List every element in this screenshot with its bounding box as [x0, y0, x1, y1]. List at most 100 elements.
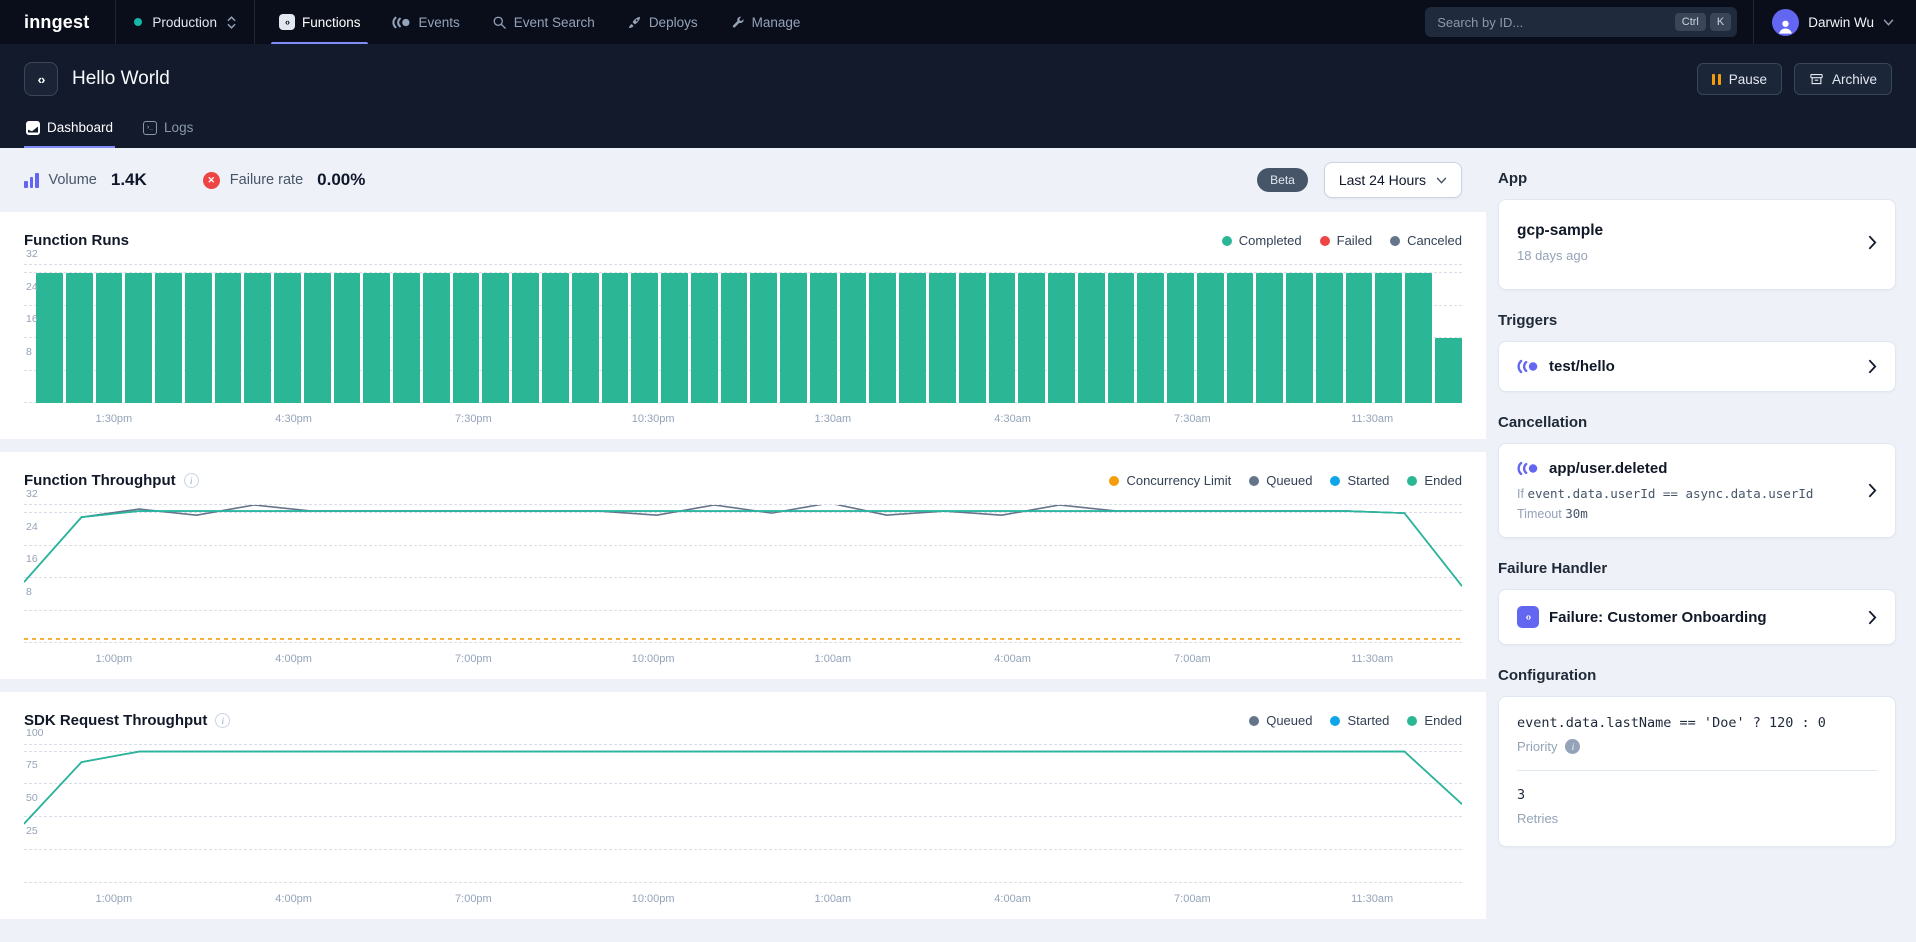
bar [423, 273, 450, 403]
chart-legend: QueuedStartedEnded [1249, 713, 1462, 728]
shortcut-key-ctrl: Ctrl [1675, 13, 1706, 31]
global-search[interactable]: Ctrl K [1425, 7, 1737, 37]
x-tick-label: 4:30am [994, 413, 1031, 425]
pause-button[interactable]: Pause [1697, 63, 1782, 95]
user-name: Darwin Wu [1808, 15, 1874, 30]
tab-logs[interactable]: ›_ Logs [141, 112, 195, 148]
nav-item-deploys[interactable]: Deploys [611, 0, 714, 44]
series-started [24, 511, 1462, 586]
failure-handler-card[interactable]: ‹› Failure: Customer Onboarding [1498, 589, 1896, 645]
bar [750, 273, 777, 403]
info-icon[interactable]: i [184, 473, 199, 488]
timeout-value: 30m [1565, 506, 1588, 521]
event-icon [1517, 359, 1539, 374]
time-range-selector[interactable]: Last 24 Hours [1324, 162, 1462, 198]
nav-item-label: Functions [302, 15, 361, 30]
nav-item-events[interactable]: Events [376, 0, 475, 44]
environment-label: Production [152, 15, 217, 30]
x-tick-label: 4:00pm [275, 653, 312, 665]
cancellation-event: app/user.deleted [1549, 460, 1667, 477]
y-tick-label: 24 [26, 280, 38, 292]
bar-series [24, 265, 1462, 403]
legend-started: Started [1330, 473, 1389, 488]
info-icon[interactable]: i [1565, 739, 1580, 754]
app-card[interactable]: gcp-sample 18 days ago [1498, 199, 1896, 290]
x-tick-label: 10:00pm [632, 893, 675, 905]
app-updated: 18 days ago [1517, 248, 1868, 263]
nav-item-event-search[interactable]: Event Search [476, 0, 611, 44]
event-icon [1517, 461, 1539, 476]
x-tick-label: 1:00pm [96, 893, 133, 905]
bar [155, 273, 182, 403]
legend-dot [1407, 716, 1417, 726]
failure-rate-label: Failure rate [230, 172, 303, 188]
inngest-logo[interactable]: inngest [0, 0, 115, 44]
legend-label: Started [1347, 473, 1389, 488]
bar [1197, 273, 1224, 403]
trigger-card[interactable]: test/hello [1498, 341, 1896, 392]
beta-badge: Beta [1257, 168, 1308, 192]
priority-block: event.data.lastName == 'Doe' ? 120 : 0 P… [1517, 715, 1877, 754]
tab-label: Logs [164, 120, 193, 135]
y-tick-label: 24 [26, 520, 38, 532]
nav-item-label: Deploys [649, 15, 698, 30]
volume-label: Volume [49, 172, 97, 188]
configuration-card: event.data.lastName == 'Doe' ? 120 : 0 P… [1498, 696, 1896, 847]
legend-dot [1249, 716, 1259, 726]
legend-label: Canceled [1407, 233, 1462, 248]
bar [1435, 338, 1462, 403]
bar [1048, 273, 1075, 403]
series-ended [24, 511, 1462, 586]
sdk-request-throughput-card: SDK Request Throughput i QueuedStartedEn… [0, 692, 1486, 919]
x-tick-label: 11:30am [1351, 893, 1393, 905]
legend-dot [1330, 716, 1340, 726]
cancellation-card[interactable]: app/user.deleted If event.data.userId ==… [1498, 443, 1896, 538]
legend-ended: Ended [1407, 473, 1462, 488]
failure-x-icon: ✕ [203, 172, 220, 189]
nav-item-manage[interactable]: Manage [714, 0, 817, 44]
nav-item-functions[interactable]: ‹› Functions [263, 0, 377, 44]
legend-dot [1390, 236, 1400, 246]
configuration-heading: Configuration [1498, 667, 1896, 684]
bar [1286, 273, 1313, 403]
chart-legend: CompletedFailedCanceled [1222, 233, 1462, 248]
time-range-value: Last 24 Hours [1339, 172, 1426, 188]
x-tick-label: 10:00pm [632, 653, 675, 665]
bar [66, 273, 93, 403]
bar [363, 273, 390, 403]
bar [1256, 273, 1283, 403]
legend-label: Ended [1424, 713, 1462, 728]
environment-selector[interactable]: Production [115, 0, 255, 44]
bar [810, 273, 837, 403]
bar [899, 273, 926, 403]
series-started [24, 752, 1462, 824]
x-tick-label: 7:00pm [455, 653, 492, 665]
bar [304, 273, 331, 403]
y-tick-label: 32 [26, 248, 38, 260]
failure-rate-value: 0.00% [317, 170, 365, 190]
volume-stat: Volume 1.4K [24, 170, 147, 190]
wrench-icon [730, 15, 745, 30]
info-icon[interactable]: i [215, 713, 230, 728]
archive-icon [1809, 72, 1824, 87]
legend-queued: Queued [1249, 473, 1312, 488]
priority-label: Priority [1517, 739, 1557, 754]
x-tick-label: 1:30pm [96, 413, 133, 425]
bar [1137, 273, 1164, 403]
archive-label: Archive [1832, 72, 1877, 87]
x-axis-labels: 1:00pm4:00pm7:00pm10:00pm1:00am4:00am7:0… [24, 647, 1462, 673]
app-name: gcp-sample [1517, 222, 1868, 240]
archive-button[interactable]: Archive [1794, 63, 1892, 95]
tab-dashboard[interactable]: Dashboard [24, 112, 115, 148]
y-tick-label: 32 [26, 488, 38, 500]
bar [1018, 273, 1045, 403]
x-tick-label: 1:00pm [96, 653, 133, 665]
chevron-right-icon [1868, 235, 1877, 250]
x-tick-label: 7:00pm [455, 893, 492, 905]
search-input[interactable] [1437, 15, 1671, 30]
y-tick-label: 75 [26, 759, 38, 771]
volume-value: 1.4K [111, 170, 147, 190]
triggers-heading: Triggers [1498, 312, 1896, 329]
user-menu[interactable]: Darwin Wu [1753, 0, 1916, 44]
y-tick-label: 50 [26, 792, 38, 804]
